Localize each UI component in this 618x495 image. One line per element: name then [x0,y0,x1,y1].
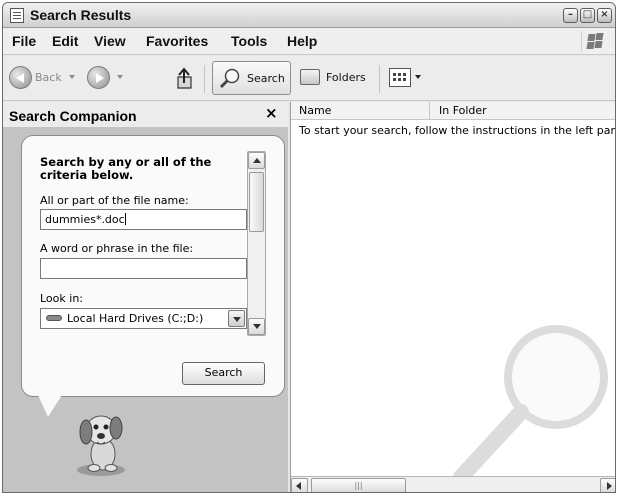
title-bar[interactable]: Search Results – □ × [3,3,615,28]
results-horizontal-scrollbar[interactable]: ||| [291,476,615,492]
companion-scrollbar[interactable] [247,151,266,336]
filename-input[interactable]: dummies*.doc [40,209,247,230]
filename-label: All or part of the file name: [40,194,189,207]
search-window-icon [10,8,24,23]
scroll-left-button[interactable] [291,478,308,492]
menu-file[interactable]: File [12,33,36,49]
menu-view[interactable]: View [94,33,126,49]
results-pane: Name In Folder To start your search, fol… [290,102,616,492]
folders-button[interactable]: Folders [326,71,366,84]
toolbar-separator [379,65,380,93]
menu-favorites[interactable]: Favorites [146,33,208,49]
magnifier-watermark-icon [453,325,608,482]
scroll-thumb[interactable] [249,172,264,232]
criteria-heading: Search by any or all of the criteria bel… [40,155,212,182]
close-button[interactable]: × [597,8,612,23]
search-button[interactable]: Search [182,362,265,385]
window-title: Search Results [30,7,132,23]
companion-close-button[interactable]: × [265,104,278,122]
lookin-value: Local Hard Drives (C:;D:) [67,312,204,325]
results-hint: To start your search, follow the instruc… [299,124,616,137]
companion-title: Search Companion [9,108,137,124]
magnifier-icon [219,68,240,89]
lookin-select[interactable]: Local Hard Drives (C:;D:) [40,308,247,329]
phrase-label: A word or phrase in the file: [40,242,194,255]
column-name[interactable]: Name [299,104,331,117]
search-toolbar-label: Search [247,72,285,85]
forward-button[interactable] [87,66,110,89]
minimize-button[interactable]: – [563,8,578,23]
back-arrow-icon[interactable] [9,66,32,89]
text-cursor [124,213,126,225]
views-dropdown-icon[interactable] [415,75,421,79]
horizontal-scroll-thumb[interactable]: ||| [311,478,406,492]
search-criteria-panel: Search by any or all of the criteria bel… [21,135,285,397]
search-dog-icon[interactable] [61,404,141,484]
scroll-down-button[interactable] [248,318,265,335]
search-companion-pane: Search Companion × Search by any or all … [3,102,288,492]
forward-dropdown-icon[interactable] [117,75,123,79]
folder-up-icon[interactable] [175,66,197,90]
toolbar-separator [204,65,205,93]
search-toolbar-button[interactable]: Search [212,61,291,95]
lookin-label: Look in: [40,292,83,305]
companion-header: Search Companion × [3,102,288,127]
maximize-button[interactable]: □ [580,8,595,23]
views-icon[interactable] [389,68,411,87]
menu-edit[interactable]: Edit [52,33,78,49]
windows-logo-icon [581,31,607,52]
folders-icon[interactable] [300,69,320,85]
lookin-dropdown-button[interactable] [228,310,245,327]
column-in-folder[interactable]: In Folder [439,104,487,117]
phrase-input[interactable] [40,258,247,279]
back-button[interactable]: Back [35,71,62,84]
search-results-window: Search Results – □ × File Edit View Favo… [2,2,616,493]
menu-bar: File Edit View Favorites Tools Help [3,28,615,55]
results-column-header: Name In Folder [291,102,615,120]
back-dropdown-icon[interactable] [69,75,75,79]
toolbar: Back Search Folders [3,56,615,101]
filename-value: dummies*.doc [45,213,125,226]
column-divider[interactable] [429,102,430,119]
menu-help[interactable]: Help [287,33,317,49]
scroll-up-button[interactable] [248,152,265,169]
scroll-right-button[interactable] [600,478,615,492]
hard-drive-icon [46,315,62,321]
menu-tools[interactable]: Tools [231,33,267,49]
speech-bubble-tail [38,395,62,417]
